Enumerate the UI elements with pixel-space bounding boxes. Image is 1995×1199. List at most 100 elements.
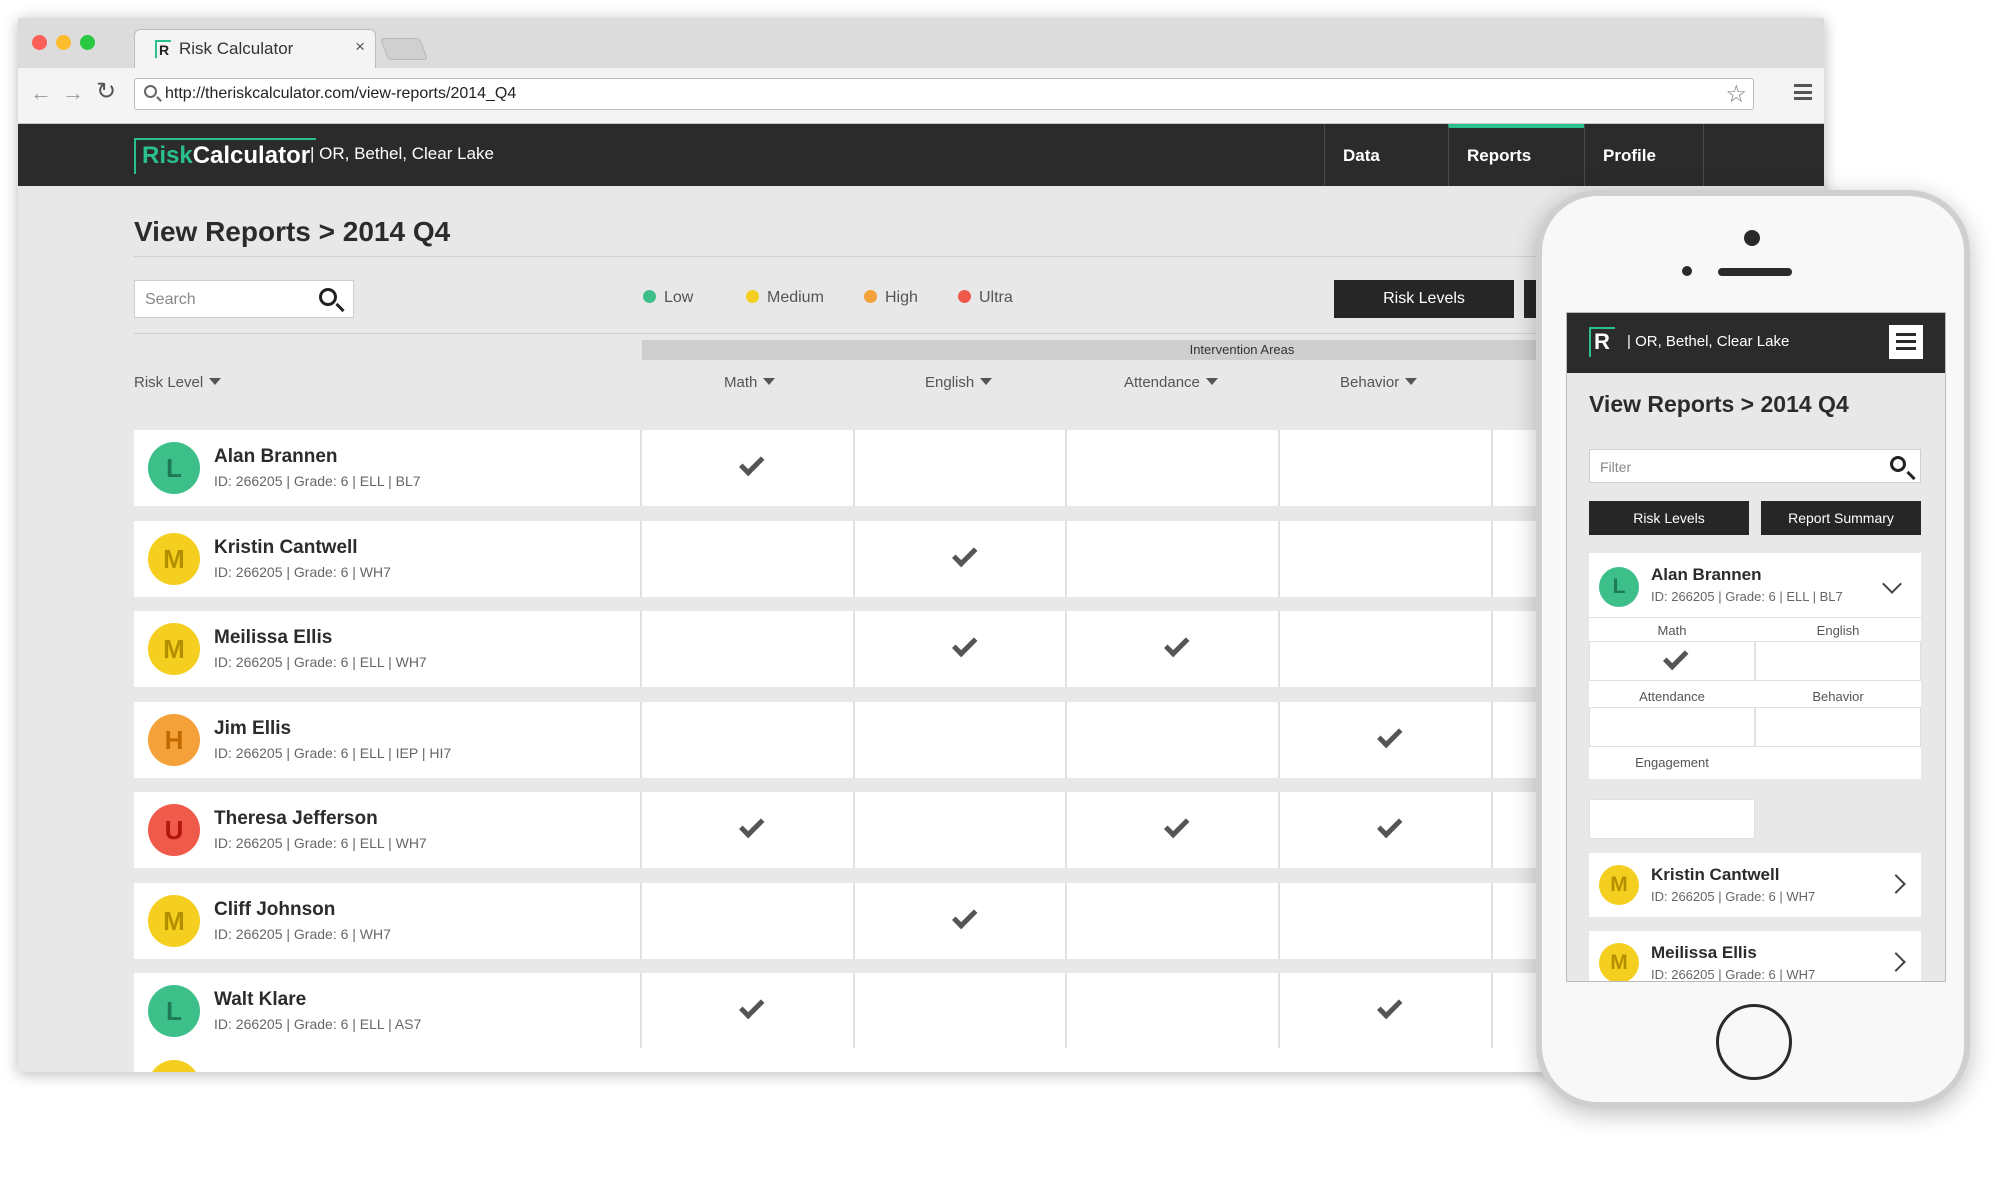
phone-screen: R | OR, Bethel, Clear Lake View Reports … xyxy=(1566,312,1946,982)
chevron-right-icon[interactable] xyxy=(1886,874,1906,894)
back-arrow-icon[interactable]: ← xyxy=(30,80,52,106)
address-bar[interactable]: http://theriskcalculator.com/view-report… xyxy=(134,78,1754,110)
area-cell-attendance xyxy=(1589,707,1755,747)
browser-menu-icon[interactable] xyxy=(1794,84,1812,100)
intervention-cell[interactable] xyxy=(853,792,1066,868)
student-name[interactable]: Walt Klare xyxy=(214,989,306,1011)
area-label-attendance: Attendance xyxy=(1639,689,1705,704)
minimize-window-button[interactable] xyxy=(56,35,71,50)
chevron-right-icon[interactable] xyxy=(1886,952,1906,972)
legend-label: Low xyxy=(664,289,694,306)
favicon-icon: R xyxy=(155,40,171,58)
behavior-column-sort[interactable]: Behavior xyxy=(1340,374,1418,391)
tab-close-icon[interactable]: × xyxy=(355,37,365,57)
intervention-cell[interactable] xyxy=(1278,973,1491,1049)
mobile-logo[interactable]: R xyxy=(1589,327,1615,357)
intervention-cell[interactable] xyxy=(1065,882,1278,959)
search-icon[interactable] xyxy=(319,288,337,306)
sort-caret-icon xyxy=(1205,378,1218,385)
attendance-column-sort[interactable]: Attendance xyxy=(1124,374,1218,391)
intervention-cell[interactable] xyxy=(640,973,853,1049)
area-cell-math xyxy=(1589,641,1755,681)
intervention-cell[interactable] xyxy=(1278,701,1491,778)
intervention-cell[interactable] xyxy=(853,701,1066,778)
intervention-cell[interactable] xyxy=(640,611,853,687)
mobile-risk-levels-button[interactable]: Risk Levels xyxy=(1589,501,1749,535)
intervention-cell[interactable] xyxy=(1065,792,1278,868)
intervention-cell[interactable] xyxy=(853,973,1066,1049)
nav-profile[interactable]: Profile xyxy=(1584,124,1704,186)
area-label-engagement: Engagement xyxy=(1635,755,1709,770)
avatar: M xyxy=(1599,865,1639,905)
mobile-report-summary-button[interactable]: Report Summary xyxy=(1761,501,1921,535)
new-tab-button[interactable] xyxy=(379,38,429,60)
student-meta: ID: 266205 | Grade: 6 | ELL | AS7 xyxy=(214,1016,422,1032)
intervention-cell[interactable] xyxy=(640,701,853,778)
legend-high: High xyxy=(864,289,918,307)
intervention-cell[interactable] xyxy=(1278,882,1491,959)
column-label: English xyxy=(925,374,975,391)
home-button[interactable] xyxy=(1716,1004,1792,1080)
hamburger-menu-icon[interactable] xyxy=(1889,325,1923,359)
mobile-student-card[interactable]: M Kristin Cantwell ID: 266205 | Grade: 6… xyxy=(1589,853,1921,917)
intervention-cell[interactable] xyxy=(1065,611,1278,687)
filter-input[interactable]: Filter xyxy=(1589,449,1921,483)
filter-placeholder: Filter xyxy=(1600,459,1632,475)
area-label-behavior: Behavior xyxy=(1812,689,1864,704)
avatar: M xyxy=(148,894,200,947)
maximize-window-button[interactable] xyxy=(80,35,95,50)
intervention-cell[interactable] xyxy=(1278,611,1491,687)
intervention-cell[interactable] xyxy=(1065,520,1278,597)
intervention-cell[interactable] xyxy=(640,792,853,868)
student-name[interactable]: Theresa Jefferson xyxy=(214,808,378,830)
intervention-cell[interactable] xyxy=(853,520,1066,597)
browser-tab[interactable]: R Risk Calculator × xyxy=(134,29,376,69)
student-name[interactable]: Alan Brannen xyxy=(214,446,338,468)
intervention-cell[interactable] xyxy=(853,611,1066,687)
expanded-student-card[interactable]: L Alan Brannen ID: 266205 | Grade: 6 | E… xyxy=(1589,553,1921,779)
avatar: U xyxy=(148,804,200,856)
sort-caret-icon xyxy=(763,378,776,385)
search-icon[interactable] xyxy=(1890,456,1906,472)
student-name[interactable]: Meilissa Ellis xyxy=(214,627,332,649)
student-name[interactable]: Kristin Cantwell xyxy=(214,537,358,559)
intervention-cell[interactable] xyxy=(853,882,1066,959)
forward-arrow-icon[interactable]: → xyxy=(62,80,84,106)
legend-label: Ultra xyxy=(979,289,1013,306)
student-name[interactable]: Jim Ellis xyxy=(214,718,291,740)
student-name: Meilissa Ellis xyxy=(1651,943,1757,962)
math-column-sort[interactable]: Math xyxy=(724,374,776,391)
checkmark-icon xyxy=(738,456,760,476)
nav-reports[interactable]: Reports xyxy=(1448,124,1584,186)
intervention-cell[interactable] xyxy=(640,520,853,597)
intervention-cell[interactable] xyxy=(1065,701,1278,778)
student-meta: ID: 266205 | Grade: 6 | ELL | BL7 xyxy=(1651,589,1843,604)
intervention-cell[interactable] xyxy=(640,882,853,959)
intervention-cell[interactable] xyxy=(1278,520,1491,597)
app-logo[interactable]: RiskCalculator xyxy=(134,138,317,174)
reload-icon[interactable]: ↻ xyxy=(96,77,116,106)
intervention-cell[interactable] xyxy=(1278,430,1491,506)
intervention-cell[interactable] xyxy=(640,430,853,506)
browser-titlebar: R Risk Calculator × xyxy=(18,18,1824,69)
intervention-cell[interactable] xyxy=(1065,430,1278,506)
close-window-button[interactable] xyxy=(32,35,47,50)
chevron-down-icon[interactable] xyxy=(1882,574,1902,594)
avatar xyxy=(148,1060,200,1072)
intervention-cell[interactable] xyxy=(853,430,1066,506)
risk-levels-button[interactable]: Risk Levels xyxy=(1334,280,1514,318)
risk-level-sort[interactable]: Risk Level xyxy=(134,374,222,391)
checkmark-icon xyxy=(1376,999,1398,1019)
mobile-student-card[interactable]: M Meilissa Ellis ID: 266205 | Grade: 6 |… xyxy=(1589,931,1921,981)
intervention-cell[interactable] xyxy=(1065,973,1278,1049)
bookmark-star-icon[interactable]: ☆ xyxy=(1725,80,1747,109)
student-name[interactable]: Cliff Johnson xyxy=(214,899,335,921)
student-name: Alan Brannen xyxy=(1651,565,1762,584)
location-label: | OR, Bethel, Clear Lake xyxy=(310,144,494,163)
intervention-cell[interactable] xyxy=(1278,792,1491,868)
english-column-sort[interactable]: English xyxy=(925,374,993,391)
nav-data[interactable]: Data xyxy=(1324,124,1448,186)
search-input[interactable]: Search xyxy=(134,280,354,318)
page-title: View Reports > 2014 Q4 xyxy=(134,216,451,247)
mobile-page-title: View Reports > 2014 Q4 xyxy=(1589,391,1849,417)
